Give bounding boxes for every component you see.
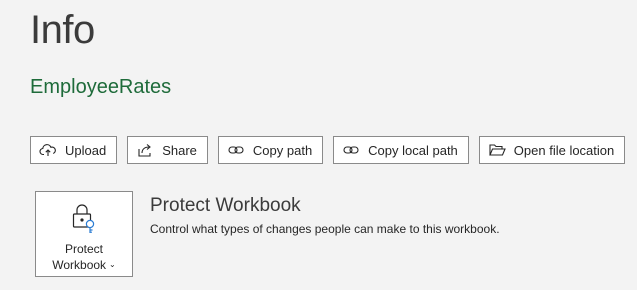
protect-workbook-button[interactable]: Protect Workbook ⌄ — [35, 191, 133, 277]
cloud-upload-icon — [39, 141, 57, 159]
protect-tile-line2-row: Workbook ⌄ — [52, 257, 116, 273]
page-title: Info — [30, 8, 95, 52]
upload-button[interactable]: Upload — [30, 136, 118, 164]
protect-workbook-tile-label: Protect Workbook ⌄ — [52, 241, 116, 273]
share-icon — [136, 141, 154, 159]
copy-local-path-button[interactable]: Copy local path — [333, 136, 469, 164]
open-file-location-button[interactable]: Open file location — [478, 136, 626, 164]
info-toolbar: Upload Share Copy path Copy local path O… — [30, 136, 626, 164]
share-label: Share — [162, 142, 197, 158]
open-file-location-label: Open file location — [513, 142, 615, 158]
share-button[interactable]: Share — [127, 136, 208, 164]
copy-path-button[interactable]: Copy path — [217, 136, 324, 164]
copy-path-label: Copy path — [252, 142, 313, 158]
lock-key-icon — [69, 202, 99, 239]
upload-label: Upload — [65, 142, 107, 158]
protect-tile-line1: Protect — [64, 242, 103, 256]
folder-open-icon — [488, 141, 506, 159]
protect-workbook-description: Control what types of changes people can… — [150, 222, 500, 236]
chevron-down-icon: ⌄ — [109, 260, 116, 269]
copy-local-path-label: Copy local path — [368, 142, 458, 158]
link-icon — [227, 141, 245, 159]
document-name: EmployeeRates — [30, 76, 172, 98]
protect-workbook-title: Protect Workbook — [150, 195, 301, 216]
link-icon — [342, 141, 360, 159]
protect-tile-line2: Workbook — [52, 258, 107, 272]
